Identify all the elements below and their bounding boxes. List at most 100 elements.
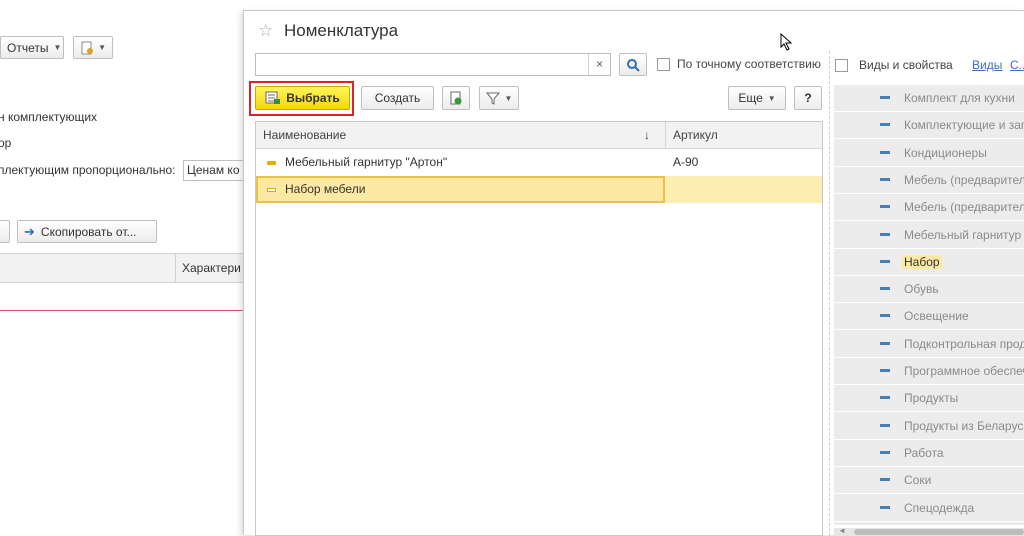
kinds-list-item[interactable]: Мебель (предварител	[834, 194, 1024, 222]
table-row-selected[interactable]: Набор мебели	[256, 176, 822, 203]
kinds-list-item[interactable]: Продукты из Беларус	[834, 413, 1024, 440]
clear-icon[interactable]: ×	[588, 54, 610, 75]
kinds-list-item-label: Работа	[904, 445, 944, 460]
kinds-list-item-label: Комплектующие и зап	[904, 118, 1024, 133]
chevron-down-icon: ▼	[767, 93, 776, 103]
table-header: Наименование ↓ Артикул	[256, 122, 822, 149]
print-menu-button[interactable]: ▼	[73, 36, 113, 59]
filter-menu-button[interactable]: ▼	[479, 86, 519, 110]
divider	[0, 310, 245, 311]
create-button-label: Создать	[374, 91, 421, 105]
kinds-list-item[interactable]: Спецодежда	[834, 495, 1024, 522]
kinds-list-item-label: Кондиционеры	[904, 145, 987, 160]
item-icon	[267, 188, 276, 192]
column-header-article[interactable]: Артикул	[673, 128, 718, 142]
kinds-list-item[interactable]: Комплект для кухни	[834, 85, 1024, 112]
property-icon	[880, 177, 890, 181]
kinds-list-item[interactable]: Программное обеспеч	[834, 358, 1024, 385]
copy-from-button[interactable]: ➔ Скопировать от...	[17, 220, 157, 243]
kinds-list-item[interactable]: Продукты	[834, 385, 1024, 413]
mouse-cursor-icon	[780, 33, 793, 51]
select-button-label: Выбрать	[286, 91, 340, 105]
background-form: Отчеты ▼ ▼ н комплектующих ор плектующим…	[0, 0, 245, 535]
property-icon	[880, 478, 890, 482]
property-icon	[880, 450, 890, 454]
search-icon	[627, 58, 640, 72]
create-button[interactable]: Создать	[361, 86, 434, 110]
chevron-down-icon: ▼	[504, 93, 513, 103]
kinds-list-item-label: Программное обеспеч	[904, 364, 1024, 378]
nomenclature-table: Наименование ↓ Артикул Мебельный гарниту…	[255, 121, 823, 536]
row-name: Набор мебели	[285, 182, 366, 196]
kinds-properties-panel: Виды и свойства Виды С... Комплект для к…	[829, 51, 1024, 536]
column-header: Характери	[182, 261, 241, 275]
distribution-select[interactable]: Ценам ко	[183, 160, 245, 181]
kinds-list-item[interactable]: Набор	[834, 249, 1024, 276]
select-button[interactable]: Выбрать	[255, 86, 350, 110]
kinds-list-item[interactable]: Работа	[834, 440, 1024, 467]
kinds-list-item[interactable]: Соки	[834, 467, 1024, 495]
property-icon	[880, 505, 890, 509]
kinds-list-item-label: Мебель (предварител	[904, 200, 1024, 215]
property-icon	[880, 150, 890, 154]
property-icon	[880, 96, 890, 99]
kinds-list-item[interactable]: Комплектующие и зап	[834, 112, 1024, 140]
document-gear-icon	[81, 41, 93, 54]
arrow-right-icon: ➔	[24, 223, 35, 239]
kinds-list-item-label: Обувь	[904, 282, 939, 297]
kinds-list-item-label: Освещение	[904, 309, 969, 324]
copy-item-button[interactable]	[442, 86, 470, 110]
row-article: А-90	[673, 155, 699, 169]
kinds-list-item-label: Мебельный гарнитур (	[904, 227, 1024, 242]
scrollbar-thumb[interactable]	[854, 529, 1024, 535]
kinds-list-item[interactable]: Обувь	[834, 276, 1024, 304]
help-button[interactable]: ?	[794, 86, 822, 110]
more-button-label: Еще	[738, 91, 763, 105]
property-icon	[880, 287, 890, 291]
kinds-list-item[interactable]: Кондиционеры	[834, 140, 1024, 167]
property-icon	[880, 396, 890, 400]
background-table-header: Характери	[0, 253, 245, 283]
filter-icon	[485, 92, 500, 105]
table-row[interactable]: Мебельный гарнитур "Артон" А-90	[256, 149, 822, 176]
reports-button[interactable]: Отчеты ▼	[0, 36, 64, 59]
kinds-list-item-label: Комплект для кухни	[904, 91, 1015, 105]
exact-match-label: По точному соответствию	[677, 57, 821, 71]
column-header-name[interactable]: Наименование	[263, 128, 346, 142]
chevron-down-icon: ▼	[53, 43, 62, 52]
search-button[interactable]	[619, 53, 647, 76]
kinds-list-item[interactable]: Освещение	[834, 303, 1024, 331]
kinds-link[interactable]: Виды	[972, 58, 1002, 72]
kinds-list-item[interactable]: Мебель (предварител	[834, 167, 1024, 194]
property-icon	[880, 369, 890, 372]
chevron-down-icon: ▼	[98, 43, 106, 52]
kinds-properties-label: Виды и свойства	[859, 58, 953, 72]
property-icon	[880, 232, 890, 236]
kinds-list-item[interactable]: Мебельный гарнитур (	[834, 222, 1024, 249]
more-button[interactable]: Еще ▼	[728, 86, 786, 110]
reports-button-label: Отчеты	[7, 40, 49, 55]
property-icon	[880, 259, 890, 263]
column-divider	[175, 254, 176, 283]
kinds-list: Комплект для кухни Комплектующие и зап Кон…	[834, 85, 1024, 525]
settings-link[interactable]: С...	[1010, 58, 1024, 72]
window-title: Номенклатура	[284, 21, 399, 40]
copy-from-label: Скопировать от...	[40, 224, 137, 239]
kinds-list-item[interactable]: Подконтрольная прод	[834, 331, 1024, 358]
kinds-list-item-label: Продукты	[904, 391, 959, 406]
kinds-properties-checkbox[interactable]	[835, 59, 848, 72]
kinds-list-item-label: Набор	[902, 254, 942, 269]
help-button-label: ?	[804, 91, 812, 105]
kinds-list-item-label: Спецодежда	[904, 500, 975, 515]
scroll-left-icon[interactable]: ◄	[838, 526, 846, 535]
row-name: Мебельный гарнитур "Артон"	[285, 155, 448, 169]
form-text-line: ор	[0, 136, 12, 150]
exact-match-checkbox[interactable]	[657, 58, 670, 71]
search-input[interactable]: ×	[255, 53, 611, 76]
item-icon	[267, 161, 276, 165]
copy-document-icon	[450, 91, 462, 105]
sort-arrow-icon[interactable]: ↓	[644, 128, 650, 142]
toolbar-button[interactable]	[0, 220, 10, 243]
property-icon	[880, 314, 890, 318]
star-icon[interactable]: ☆	[258, 21, 273, 41]
